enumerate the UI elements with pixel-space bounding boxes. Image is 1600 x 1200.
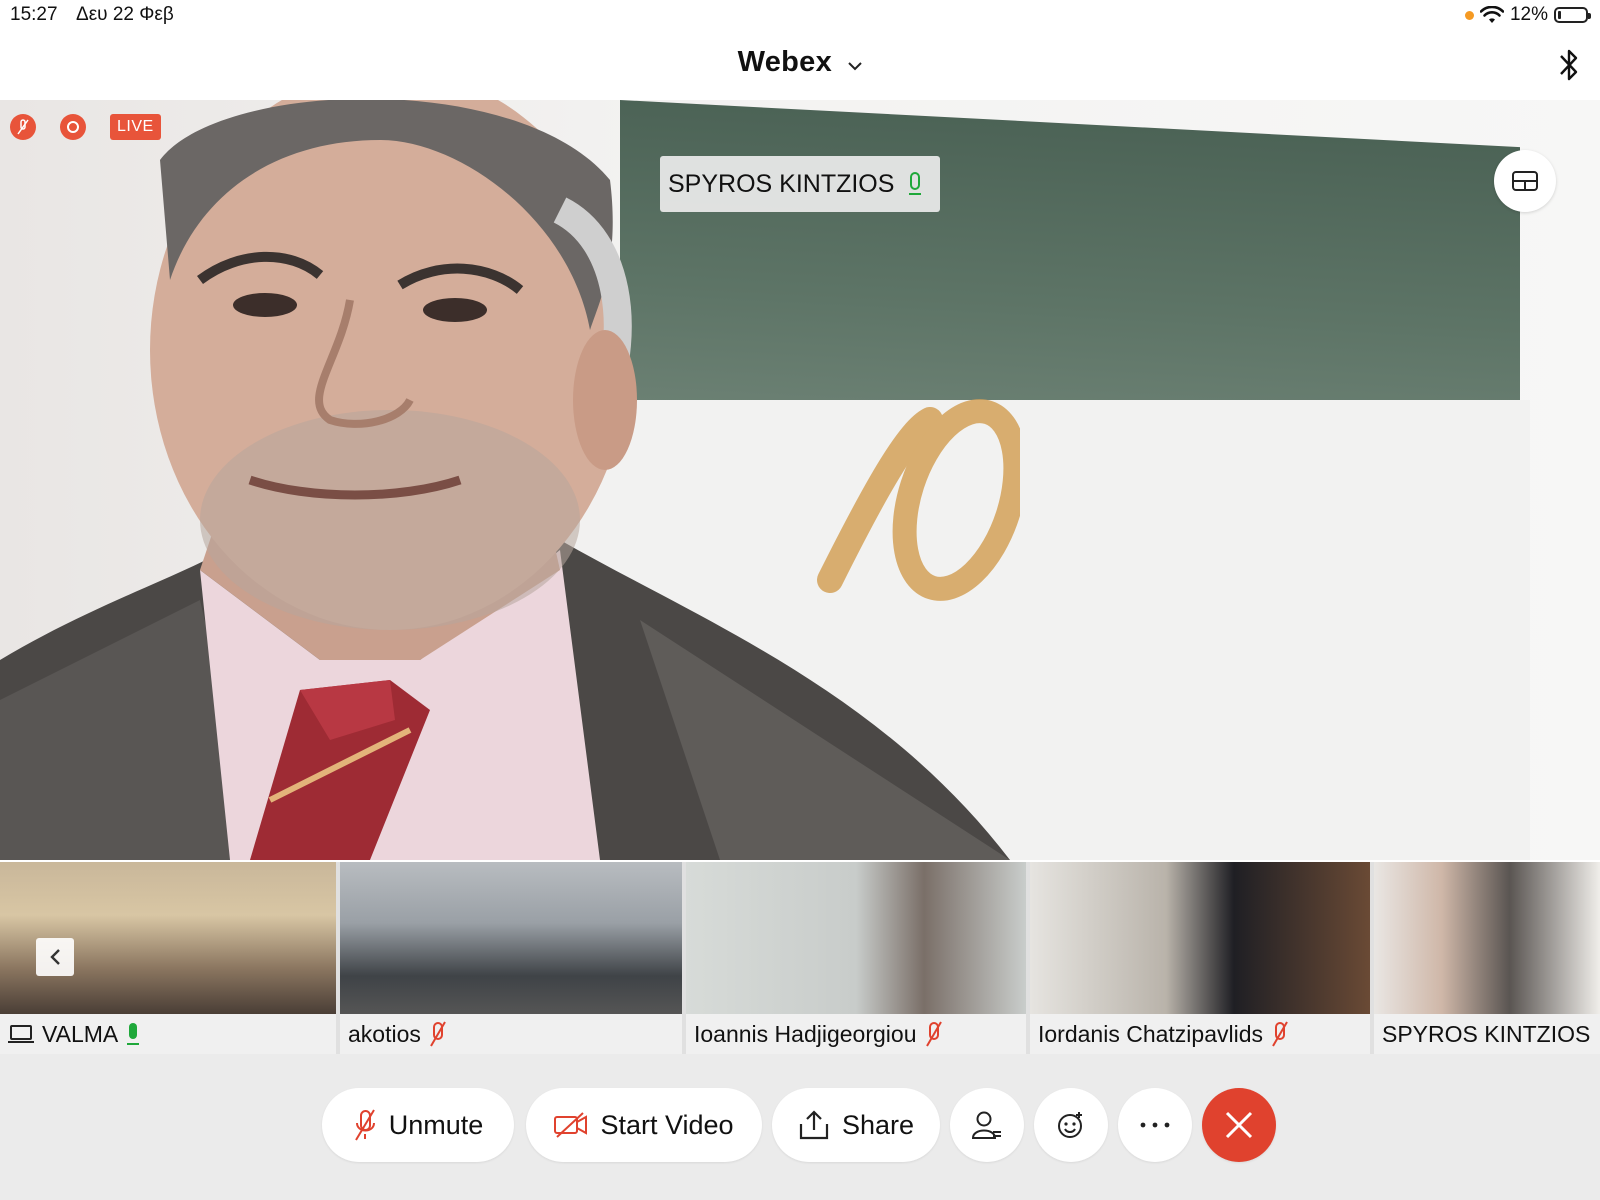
share-label: Share (841, 1109, 915, 1140)
participant-tile[interactable]: Ioannis Hadjigeorgiou (686, 862, 1026, 1054)
status-time: 15:27 (10, 4, 58, 25)
participant-strip[interactable]: VALMA akotios Ioannis Hadjigeorgiou Iord… (0, 862, 1600, 1054)
participant-name: SPYROS KINTZIOS (1382, 1020, 1591, 1047)
more-options-button[interactable] (1118, 1088, 1192, 1162)
participant-tile[interactable]: SPYROS KINTZIOS (1374, 862, 1600, 1054)
share-icon (799, 1110, 829, 1140)
app-title: Webex (737, 46, 833, 78)
active-speaker-name: SPYROS KINTZIOS (668, 169, 895, 198)
meeting-controls: Unmute Start Video Share (0, 1054, 1600, 1200)
mic-muted-icon (430, 1021, 446, 1047)
battery-icon (1554, 7, 1591, 23)
participant-label: Iordanis Chatzipavlids (1030, 1014, 1370, 1054)
orange-dot-indicator (1464, 10, 1474, 20)
main-video[interactable]: LIVE SPYROS KINTZIOS (0, 100, 1600, 860)
participant-video (340, 862, 682, 1014)
laptop-icon (8, 1025, 34, 1043)
participant-video (1030, 862, 1370, 1014)
speaker-video-feed (0, 100, 1020, 860)
mic-muted-icon (1272, 1021, 1288, 1047)
reactions-button[interactable] (1034, 1088, 1108, 1162)
mic-on-icon (909, 172, 922, 195)
participant-video (1374, 862, 1600, 1014)
participant-name: VALMA (42, 1020, 119, 1047)
status-bar: 15:27 Δευ 22 Φεβ 12% (0, 0, 1600, 32)
participant-tile[interactable]: akotios (340, 862, 682, 1054)
muted-mic-icon (10, 114, 36, 140)
mic-muted-icon (354, 1109, 375, 1141)
status-right: 12% (1464, 4, 1591, 26)
battery-level-fill (1558, 11, 1561, 19)
mic-on-icon (127, 1023, 140, 1045)
participant-label: SPYROS KINTZIOS (1374, 1014, 1600, 1054)
participant-tile[interactable]: VALMA (0, 862, 336, 1054)
end-call-button[interactable] (1202, 1088, 1276, 1162)
mic-muted-icon (925, 1021, 942, 1047)
live-badge: LIVE (110, 114, 161, 140)
participant-label: VALMA (0, 1014, 336, 1054)
meeting-indicators: LIVE (10, 114, 161, 140)
grid-layout-icon (1512, 171, 1538, 191)
unmute-button[interactable]: Unmute (322, 1088, 514, 1162)
anniversary-logo (817, 399, 1020, 601)
app-title-dropdown[interactable]: Webex (0, 46, 1600, 79)
reactions-icon (1058, 1112, 1082, 1138)
participant-label: akotios (340, 1014, 682, 1054)
chevron-left-icon (50, 949, 60, 965)
layout-button[interactable] (1494, 150, 1556, 212)
start-video-label: Start Video (600, 1109, 734, 1140)
more-icon (1140, 1122, 1170, 1128)
participants-button[interactable] (950, 1088, 1024, 1162)
participant-label: Ioannis Hadjigeorgiou (686, 1014, 1026, 1054)
participant-name: Ioannis Hadjigeorgiou (694, 1020, 917, 1047)
participant-name: akotios (348, 1020, 421, 1047)
recording-icon (60, 114, 86, 140)
end-call-icon (1225, 1111, 1253, 1139)
battery-percentage: 12% (1509, 4, 1548, 25)
start-video-button[interactable]: Start Video (526, 1088, 762, 1162)
scroll-left-button[interactable] (36, 938, 74, 976)
participants-icon (971, 1111, 1001, 1139)
chevron-down-icon (848, 62, 863, 71)
unmute-label: Unmute (388, 1109, 484, 1140)
wifi-icon (1479, 6, 1504, 23)
status-date: Δευ 22 Φεβ (76, 4, 174, 25)
active-speaker-label: SPYROS KINTZIOS (660, 156, 941, 212)
title-bar: Webex (0, 32, 1600, 100)
participant-video (686, 862, 1026, 1014)
video-off-icon (554, 1112, 588, 1138)
participant-tile[interactable]: Iordanis Chatzipavlids (1030, 862, 1370, 1054)
bluetooth-icon (1560, 49, 1578, 81)
participant-name: Iordanis Chatzipavlids (1038, 1020, 1264, 1047)
share-button[interactable]: Share (772, 1088, 940, 1162)
